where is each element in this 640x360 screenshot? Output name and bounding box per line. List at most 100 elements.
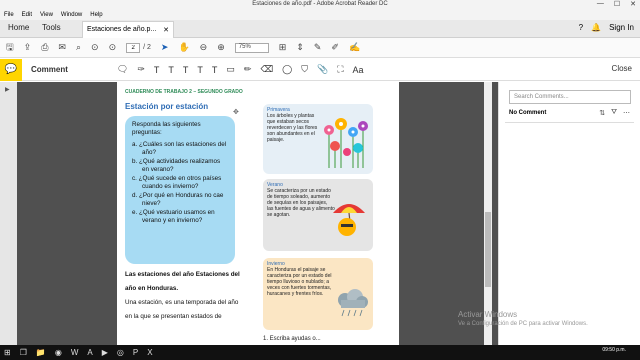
firefox-icon[interactable]: ◎ xyxy=(117,348,124,357)
media-icon[interactable]: ▶ xyxy=(102,348,108,357)
body-text: Las estaciones del año Estaciones del añ… xyxy=(125,268,245,324)
zoom-out-icon[interactable]: ⊖ xyxy=(200,42,208,53)
questions-intro: Responda las siguientes preguntas: xyxy=(132,121,201,136)
comment-label[interactable]: Comment xyxy=(31,65,68,74)
scroll-mode-icon[interactable]: ⇕ xyxy=(296,42,304,53)
scrollbar-thumb[interactable] xyxy=(485,212,491,287)
search-comments-input[interactable]: Search Comments... xyxy=(509,90,631,104)
acrobat-icon[interactable]: A xyxy=(87,348,92,357)
taskbar: ⊞ ❐ 📁 ◉ W A ▶ ◎ P X 09:50 p.m. xyxy=(0,345,640,360)
sign-tool-icon[interactable]: ✍ xyxy=(349,42,360,53)
page-number-input[interactable] xyxy=(126,42,141,53)
menu-bar: File Edit View Window Help xyxy=(0,10,640,20)
eraser-icon[interactable]: ⌫ xyxy=(260,64,273,75)
minimize-button[interactable]: — xyxy=(597,0,604,8)
close-window-button[interactable]: ✕ xyxy=(630,0,636,8)
summer-text: Se caracteriza por un estado de tiempo s… xyxy=(267,188,335,218)
bell-icon[interactable]: 🔔 xyxy=(591,23,601,32)
question-item: b. ¿Qué actividades realizamos en verano… xyxy=(132,158,221,173)
expand-left-panel-icon[interactable]: ▶ xyxy=(5,86,10,93)
winter-card: Invierno En Honduras el paisaje se carac… xyxy=(263,258,373,330)
menu-window[interactable]: Window xyxy=(61,12,82,18)
zoom-select[interactable]: 75% xyxy=(234,42,269,53)
menu-edit[interactable]: Edit xyxy=(22,12,32,18)
menu-view[interactable]: View xyxy=(40,12,53,18)
task-view-icon[interactable]: ❐ xyxy=(20,348,27,357)
highlight-text-icon[interactable]: ✑ xyxy=(137,64,145,75)
insert-text-icon[interactable]: T xyxy=(197,65,203,75)
page-up-icon[interactable]: ⊙ xyxy=(91,42,99,53)
attach-icon[interactable]: 📎 xyxy=(317,64,328,75)
stamp-icon[interactable]: ⛉ xyxy=(301,64,308,75)
search-icon[interactable]: ⌕ xyxy=(76,42,81,53)
replace-text-icon[interactable]: T xyxy=(183,65,189,75)
underline-text-icon[interactable]: T xyxy=(154,65,160,75)
body-paragraph: Una estación, es una temporada del año e… xyxy=(125,299,239,320)
page-header: CUADERNO DE TRABAJO 2 – SEGUNDO GRADO xyxy=(125,89,243,95)
add-text-icon[interactable]: T xyxy=(212,65,218,75)
text-box-icon[interactable]: ▭ xyxy=(226,64,235,75)
print-icon[interactable]: ⎙ xyxy=(41,42,48,53)
move-cursor-icon: ✥ xyxy=(233,109,239,116)
menu-file[interactable]: File xyxy=(4,12,14,18)
explorer-icon[interactable]: 📁 xyxy=(36,348,46,357)
fill-sign-icon[interactable]: ⛶ xyxy=(337,64,343,75)
chrome-icon[interactable]: ◉ xyxy=(55,348,62,357)
exercise-text: 1. Escriba ayudas o... xyxy=(263,336,321,342)
document-area[interactable]: CUADERNO DE TRABAJO 2 – SEGUNDO GRADO Es… xyxy=(17,82,498,345)
powerpoint-icon[interactable]: P xyxy=(133,348,138,357)
tab-tools[interactable]: Tools xyxy=(42,23,61,32)
left-nav-strip: ▶ xyxy=(0,82,17,345)
close-tab-icon[interactable]: ✕ xyxy=(163,26,169,34)
tab-bar: Home Tools Estaciones de año.p... ✕ ? 🔔 … xyxy=(0,20,640,38)
strikethrough-text-icon[interactable]: T xyxy=(168,65,174,75)
window-controls: — ☐ ✕ xyxy=(597,0,636,8)
highlight-tool-icon[interactable]: ✐ xyxy=(331,42,339,53)
question-item: d. ¿Por qué en Honduras no cae nieve? xyxy=(132,192,224,207)
sign-in-link[interactable]: Sign In xyxy=(609,23,634,32)
filter-icon[interactable]: ⛛ xyxy=(611,109,617,117)
help-icon[interactable]: ? xyxy=(579,23,583,32)
document-tab-label: Estaciones de año.p... xyxy=(87,26,157,33)
comment-tool-icon[interactable]: ✎ xyxy=(314,42,322,53)
font-size-icon[interactable]: Aa xyxy=(353,65,364,75)
upload-icon[interactable]: ⇪ xyxy=(24,42,32,53)
sort-icon[interactable]: ⇅ xyxy=(599,109,605,117)
pdf-page: CUADERNO DE TRABAJO 2 – SEGUNDO GRADO Es… xyxy=(117,82,399,345)
question-item: a. ¿Cuáles son las estaciones del año? xyxy=(132,141,227,156)
select-tool-icon[interactable]: ➤ xyxy=(161,42,169,53)
tab-home[interactable]: Home xyxy=(8,23,29,32)
comment-panel-icon[interactable]: 💬 xyxy=(0,58,22,81)
no-comment-label: No Comment xyxy=(509,110,547,116)
close-comment-button[interactable]: Close xyxy=(612,64,632,73)
email-icon[interactable]: ✉ xyxy=(58,42,66,53)
winter-text: En Honduras el paisaje se caracteriza po… xyxy=(267,267,332,297)
shapes-icon[interactable]: ◯ xyxy=(282,64,292,75)
maximize-button[interactable]: ☐ xyxy=(614,0,620,8)
hand-tool-icon[interactable]: ✋ xyxy=(178,42,189,53)
vertical-scrollbar[interactable] xyxy=(484,82,492,345)
clock[interactable]: 09:50 p.m. xyxy=(602,347,626,353)
zoom-in-icon[interactable]: ⊕ xyxy=(217,42,225,53)
word-icon[interactable]: W xyxy=(71,348,79,357)
body-bold-text: Las estaciones del año Estaciones del añ… xyxy=(125,271,240,292)
excel-icon[interactable]: X xyxy=(147,348,152,357)
more-options-icon[interactable]: ⋯ xyxy=(623,109,630,117)
start-icon[interactable]: ⊞ xyxy=(4,348,11,357)
menu-help[interactable]: Help xyxy=(90,12,102,18)
pencil-icon[interactable]: ✏ xyxy=(244,64,252,75)
spring-card: Primavera Los árboles y plantas que esta… xyxy=(263,104,373,174)
activation-watermark-title: Activar Windows xyxy=(458,310,518,319)
page-heading: Estación por estación xyxy=(125,102,209,111)
fit-page-icon[interactable]: ⊞ xyxy=(279,42,287,53)
page-down-icon[interactable]: ⊙ xyxy=(109,42,117,53)
sticky-note-icon[interactable]: 🗨 xyxy=(117,64,128,75)
rain-cloud-illustration xyxy=(338,289,368,317)
spring-text: Los árboles y plantas que estaban secos … xyxy=(267,113,318,143)
page-total: / 2 xyxy=(143,44,151,51)
comment-toolbar: 💬 Comment 🗨 ✑ T T T T T ▭ ✏ ⌫ ◯ ⛉ 📎 ⛶ Aa… xyxy=(0,58,640,81)
activation-watermark-text: Ve a Configuración de PC para activar Wi… xyxy=(458,321,588,327)
question-item: c. ¿Qué sucede en otros países cuando es… xyxy=(132,175,222,190)
save-icon[interactable]: 🖫 xyxy=(6,40,14,56)
tab-document[interactable]: Estaciones de año.p... ✕ xyxy=(82,21,174,38)
